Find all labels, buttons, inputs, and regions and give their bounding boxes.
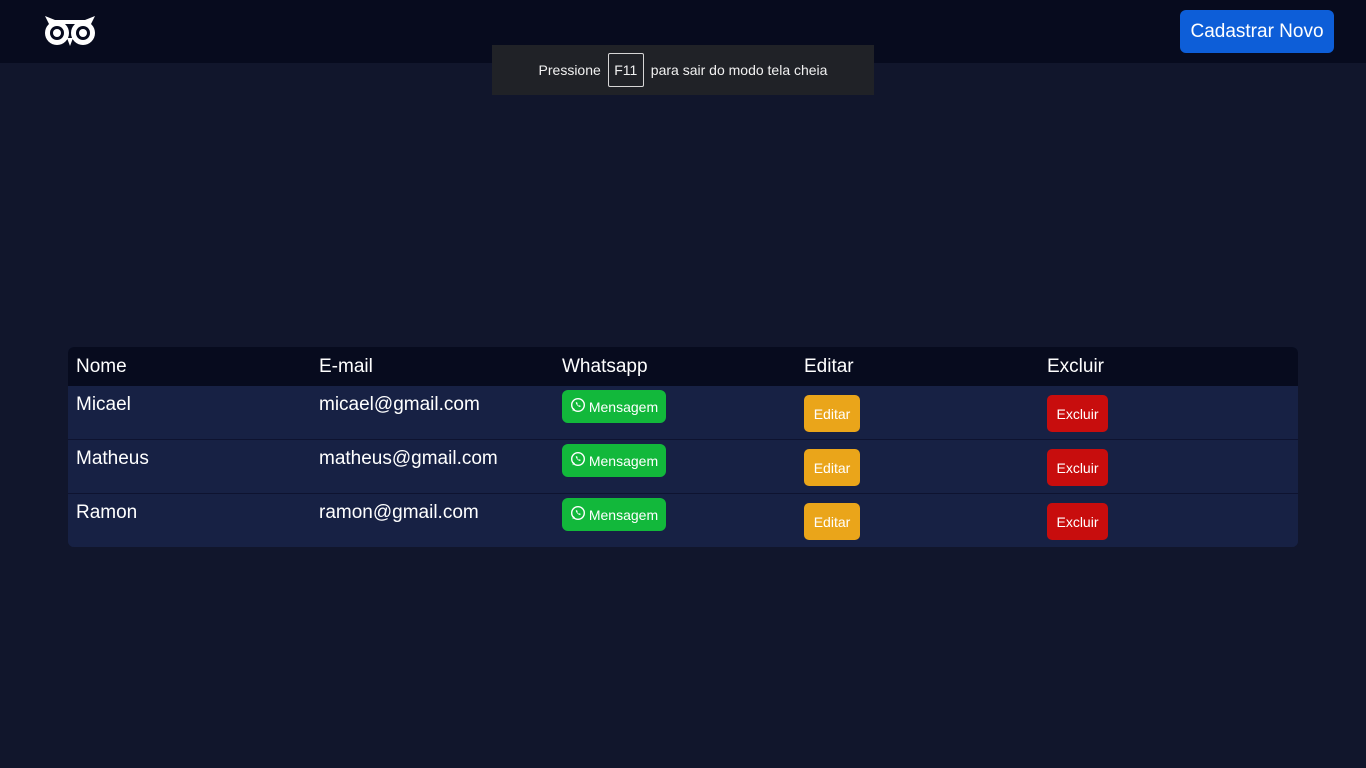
- whatsapp-message-button[interactable]: Mensagem: [562, 444, 666, 477]
- fullscreen-notice-prefix: Pressione: [538, 62, 601, 78]
- edit-button[interactable]: Editar: [804, 395, 860, 432]
- delete-button[interactable]: Excluir: [1047, 449, 1108, 486]
- delete-button[interactable]: Excluir: [1047, 395, 1108, 432]
- column-header-name: Nome: [76, 356, 127, 377]
- whatsapp-message-button[interactable]: Mensagem: [562, 498, 666, 531]
- whatsapp-button-label: Mensagem: [588, 506, 659, 523]
- delete-button[interactable]: Excluir: [1047, 503, 1108, 540]
- whatsapp-icon: [570, 505, 586, 524]
- fullscreen-exit-notice: Pressione F11 para sair do modo tela che…: [492, 45, 874, 95]
- f11-key-badge: F11: [607, 53, 644, 87]
- whatsapp-message-button[interactable]: Mensagem: [562, 390, 666, 423]
- register-new-button[interactable]: Cadastrar Novo: [1180, 10, 1334, 53]
- fullscreen-notice-suffix: para sair do modo tela cheia: [650, 62, 828, 78]
- user-name: Matheus: [76, 448, 149, 469]
- edit-button[interactable]: Editar: [804, 449, 860, 486]
- table-row: Matheus matheus@gmail.com Mensagem Edita…: [68, 440, 1298, 494]
- user-name: Ramon: [76, 502, 138, 523]
- whatsapp-button-label: Mensagem: [588, 452, 659, 469]
- column-header-edit: Editar: [804, 356, 854, 377]
- user-email: ramon@gmail.com: [319, 502, 479, 523]
- column-header-whatsapp: Whatsapp: [562, 356, 648, 377]
- user-email: micael@gmail.com: [319, 394, 480, 415]
- table-row: Micael micael@gmail.com Mensagem Editar …: [68, 386, 1298, 440]
- owl-logo-icon[interactable]: [41, 10, 99, 50]
- table-row: Ramon ramon@gmail.com Mensagem Editar Ex…: [68, 494, 1298, 547]
- whatsapp-icon: [570, 397, 586, 416]
- whatsapp-button-label: Mensagem: [588, 398, 659, 415]
- table-header: Nome E-mail Whatsapp Editar Excluir: [68, 347, 1298, 386]
- edit-button[interactable]: Editar: [804, 503, 860, 540]
- user-email: matheus@gmail.com: [319, 448, 498, 469]
- column-header-delete: Excluir: [1047, 356, 1105, 377]
- user-name: Micael: [76, 394, 131, 415]
- users-table: Nome E-mail Whatsapp Editar Excluir Mica…: [68, 347, 1298, 547]
- whatsapp-icon: [570, 451, 586, 470]
- column-header-email: E-mail: [319, 356, 373, 377]
